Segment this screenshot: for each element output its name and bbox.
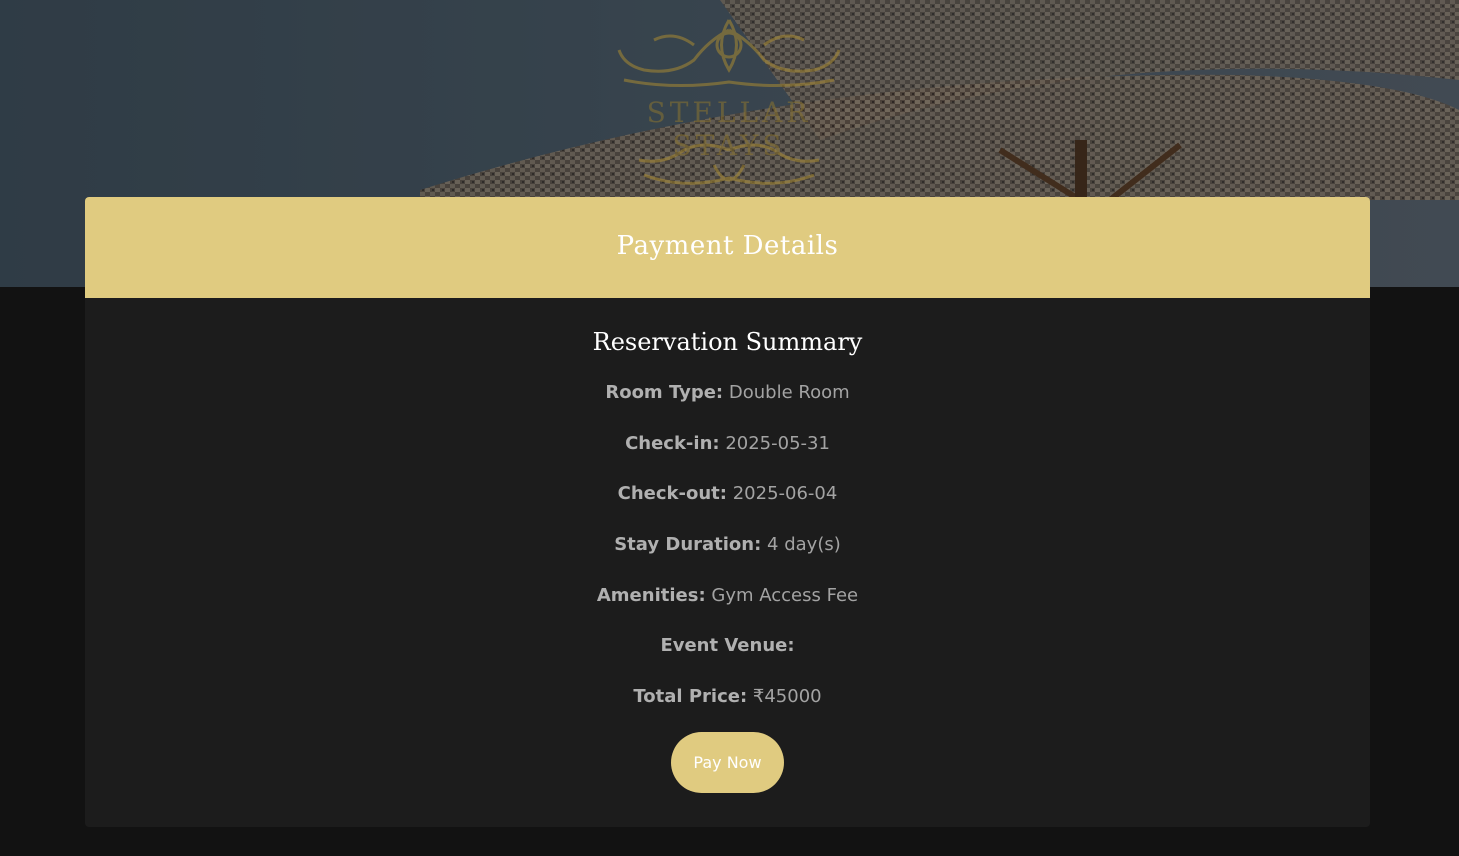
room-type-label: Room Type:: [605, 382, 724, 403]
room-type-row: Room Type: Double Room: [85, 382, 1370, 403]
event-venue-row: Event Venue:: [85, 635, 1370, 656]
total-price-row: Total Price: ₹45000: [85, 686, 1370, 707]
pay-now-button[interactable]: Pay Now: [671, 732, 784, 793]
amenities-value: Gym Access Fee: [711, 585, 859, 606]
amenities-label: Amenities:: [596, 585, 706, 606]
amenities-row: Amenities: Gym Access Fee: [85, 585, 1370, 606]
page-title: Payment Details: [616, 230, 839, 261]
payment-page: STELLAR STAYS Payment Details Reservatio…: [0, 0, 1459, 856]
check-out-value: 2025-06-04: [732, 483, 838, 504]
room-type-value: Double Room: [728, 382, 850, 403]
stay-duration-label: Stay Duration:: [614, 534, 762, 555]
stay-duration-value: 4 day(s): [767, 534, 841, 555]
summary-title: Reservation Summary: [592, 328, 863, 356]
event-venue-label: Event Venue:: [660, 635, 795, 656]
stay-duration-row: Stay Duration: 4 day(s): [85, 534, 1370, 555]
check-in-row: Check-in: 2025-05-31: [85, 433, 1370, 454]
total-price-label: Total Price:: [633, 686, 748, 707]
check-out-label: Check-out:: [617, 483, 727, 504]
payment-card: Payment Details Reservation Summary Room…: [85, 197, 1370, 827]
card-header: Payment Details: [85, 197, 1370, 298]
total-price-value: ₹45000: [752, 686, 822, 707]
check-in-label: Check-in:: [625, 433, 720, 454]
check-in-value: 2025-05-31: [725, 433, 830, 454]
stellar-stays-logo: STELLAR STAYS: [584, 0, 874, 200]
check-out-row: Check-out: 2025-06-04: [85, 483, 1370, 504]
logo-text: STELLAR STAYS: [646, 96, 812, 162]
